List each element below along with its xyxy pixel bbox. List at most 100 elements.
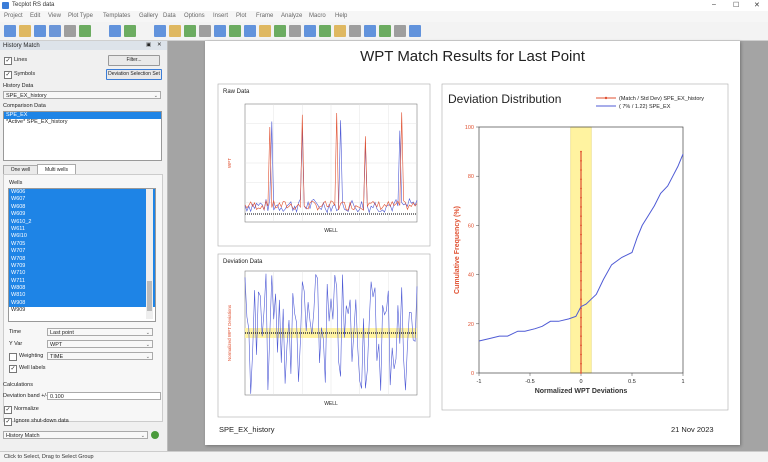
line-icon[interactable] (199, 25, 211, 37)
menu-bar: Project Edit View Plot Type Templates Gallery… (0, 11, 768, 22)
frame-icon[interactable] (349, 25, 361, 37)
weighting-dropdown[interactable]: TIME ⌄ (47, 352, 153, 360)
distribution-history-point (580, 372, 582, 374)
probe-icon[interactable] (169, 25, 181, 37)
select-icon[interactable] (154, 25, 166, 37)
yvar-dropdown[interactable]: WPT ⌄ (47, 340, 153, 348)
well-item[interactable]: W810 (9, 292, 155, 300)
apply-icon[interactable] (151, 431, 159, 439)
menu-item[interactable]: Gallery (139, 13, 158, 19)
menu-item[interactable]: Plot Type (68, 13, 93, 19)
weighting-value: TIME (50, 354, 64, 360)
settings-icon[interactable] (409, 25, 421, 37)
well-item[interactable]: W909 (9, 307, 155, 314)
menu-item[interactable]: Help (335, 13, 347, 19)
deviation-data-xlabel: WELL (324, 401, 338, 407)
symbols-checkbox[interactable]: ✓ (4, 71, 12, 79)
fit-icon[interactable] (289, 25, 301, 37)
paste-icon[interactable] (79, 25, 91, 37)
well-item[interactable]: W711 (9, 277, 155, 286)
well-item[interactable]: W607 (9, 196, 155, 204)
pan-icon[interactable] (124, 25, 136, 37)
menu-item[interactable]: Edit (30, 13, 40, 19)
copy-icon[interactable] (64, 25, 76, 37)
lines-checkbox[interactable]: ✓ (4, 57, 12, 65)
well-item[interactable]: W707 (9, 248, 155, 256)
distribution-history-point (580, 335, 582, 337)
legend-history-label: (Match / Std Dev) SPE_EX_history (619, 96, 704, 102)
time-dropdown[interactable]: Last point ⌄ (47, 328, 153, 336)
well-item[interactable]: W6I10 (9, 233, 155, 241)
open-icon[interactable] (19, 25, 31, 37)
axis-icon[interactable] (244, 25, 256, 37)
rotate-icon[interactable] (274, 25, 286, 37)
history-data-value: SPE_EX_history (6, 93, 47, 99)
zoom-icon[interactable] (109, 25, 121, 37)
minimize-button[interactable]: – (712, 1, 716, 8)
ignore-shutdown-label: Ignore shut-down data (14, 418, 69, 424)
menu-item[interactable]: Insert (213, 13, 228, 19)
refresh-icon[interactable] (379, 25, 391, 37)
deviation-band-input[interactable]: 0.100 (47, 392, 161, 400)
comparison-item[interactable]: SPE_EX (4, 112, 161, 120)
history-data-dropdown[interactable]: SPE_EX_history ⌄ (3, 91, 161, 99)
ignore-shutdown-checkbox[interactable]: ✓ (4, 418, 12, 426)
well-item[interactable]: W708 (9, 255, 155, 263)
maximize-button[interactable]: ☐ (733, 1, 739, 9)
distribution-history-point (580, 353, 582, 356)
symbols-label: Symbols (14, 71, 36, 77)
menu-item[interactable]: Analyze (281, 13, 302, 19)
distribution-history-point (580, 270, 582, 273)
menu-item[interactable]: Project (4, 13, 23, 19)
deviation-selection-set-button[interactable]: Deviation Selection Set (106, 69, 162, 80)
export-icon[interactable] (334, 25, 346, 37)
x-tick-label: -0.5 (525, 379, 534, 385)
well-labels-checkbox[interactable]: ✓ (9, 365, 17, 373)
menu-item[interactable]: Data (163, 13, 176, 19)
menu-item[interactable]: Macro (309, 13, 326, 19)
shape-icon[interactable] (214, 25, 226, 37)
plot-type-dropdown[interactable]: History Match ⌄ (3, 431, 148, 439)
well-item[interactable]: W611 (9, 225, 155, 234)
help-icon[interactable] (394, 25, 406, 37)
well-item[interactable]: W609 (9, 211, 155, 219)
well-item[interactable]: W710 (9, 270, 155, 278)
grid-icon[interactable] (304, 25, 316, 37)
menu-item[interactable]: Options (184, 13, 205, 19)
normalize-checkbox[interactable]: ✓ (4, 406, 12, 414)
well-item[interactable]: W908 (9, 299, 155, 308)
save-icon[interactable] (34, 25, 46, 37)
wells-scroll-thumb[interactable] (147, 281, 152, 311)
new-icon[interactable] (4, 25, 16, 37)
x-tick-label: 0.5 (628, 379, 636, 385)
print-icon[interactable] (49, 25, 61, 37)
weighting-checkbox[interactable] (9, 353, 17, 361)
well-item[interactable]: W610_2 (9, 218, 155, 226)
macro-icon[interactable] (364, 25, 376, 37)
raw-data-ylabel: WPT (227, 158, 232, 168)
distribution-history-point (580, 298, 582, 301)
legend-icon[interactable] (259, 25, 271, 37)
close-button[interactable]: ✕ (754, 1, 760, 9)
chevron-down-icon: ⌄ (145, 354, 150, 360)
footer-dataset-name: SPE_EX_history (219, 425, 275, 434)
text-icon[interactable] (184, 25, 196, 37)
panel-close-icon[interactable]: ✕ (157, 42, 162, 48)
layer-icon[interactable] (229, 25, 241, 37)
y-tick-label: 80 (468, 174, 474, 180)
well-item[interactable]: W705 (9, 240, 155, 249)
well-item[interactable]: W608 (9, 203, 155, 212)
panel-pin-icon[interactable]: ▣ (146, 42, 151, 48)
data-icon[interactable] (319, 25, 331, 37)
well-item[interactable]: W808 (9, 285, 155, 293)
calculations-label: Calculations (3, 382, 33, 388)
menu-item[interactable]: View (48, 13, 61, 19)
well-item[interactable]: W606 (9, 189, 155, 197)
menu-item[interactable]: Frame (256, 13, 273, 19)
menu-item[interactable]: Plot (236, 13, 246, 19)
filter-button[interactable]: Filter... (108, 55, 160, 66)
menu-item[interactable]: Templates (103, 13, 130, 19)
raw-data-xlabel: WELL (324, 228, 338, 234)
comparison-item[interactable]: *Active* SPE_EX_history (4, 119, 161, 126)
well-item[interactable]: W709 (9, 262, 155, 271)
